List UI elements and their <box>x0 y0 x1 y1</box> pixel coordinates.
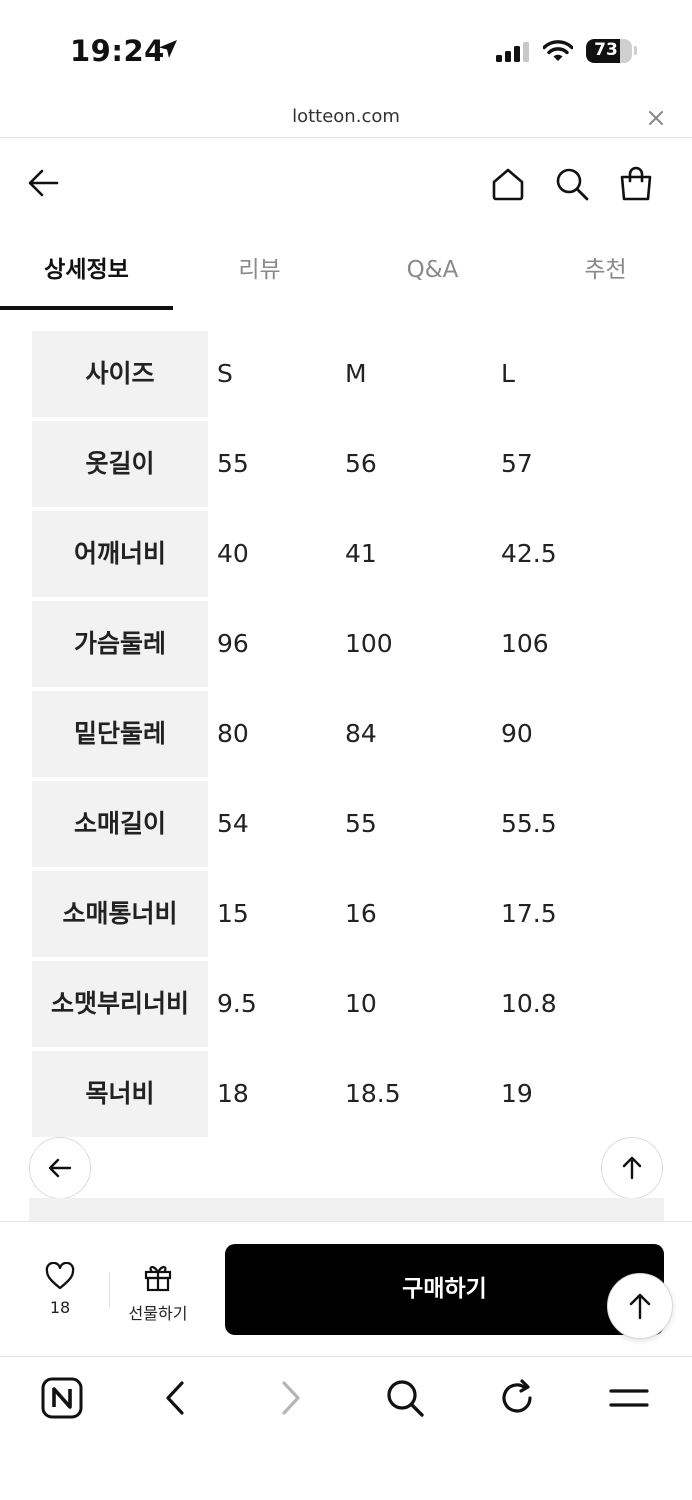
cell-value: 55 <box>217 449 249 478</box>
tab-recommend[interactable]: 추천 <box>519 238 692 312</box>
column-header-s: S <box>217 359 233 388</box>
cell-value: 40 <box>217 539 249 568</box>
cell-value: 56 <box>345 449 377 478</box>
arrow-left-icon <box>48 1158 72 1178</box>
arrow-up-icon <box>622 1156 642 1180</box>
gift-icon <box>144 1266 172 1292</box>
cell-value: 19 <box>501 1079 533 1108</box>
cell-value: 57 <box>501 449 533 478</box>
tab-review[interactable]: 리뷰 <box>173 238 346 312</box>
scroll-back-button[interactable] <box>29 1137 91 1199</box>
browser-toolbar <box>0 1356 692 1500</box>
table-row: 밑단둘레 80 84 90 <box>32 691 672 781</box>
battery-nub <box>634 46 637 55</box>
table-header-row: 사이즈 S M L <box>32 331 672 421</box>
column-header-l: L <box>501 359 515 388</box>
like-count: 18 <box>49 1298 71 1317</box>
cell-value: 15 <box>217 899 249 928</box>
cell-value: 55.5 <box>501 809 557 838</box>
location-arrow-icon <box>159 40 177 58</box>
row-label: 어깨너비 <box>32 511 208 597</box>
cell-value: 16 <box>345 899 377 928</box>
battery-indicator: 73 <box>586 39 632 63</box>
search-icon[interactable] <box>384 1377 426 1419</box>
table-row: 소매통너비 15 16 17.5 <box>32 871 672 961</box>
cellular-signal-icon <box>496 42 529 62</box>
cell-value: 54 <box>217 809 249 838</box>
menu-icon[interactable] <box>608 1377 650 1419</box>
bar-divider <box>109 1272 110 1308</box>
row-label: 가슴둘레 <box>32 601 208 687</box>
app-header <box>0 140 692 230</box>
scroll-up-button[interactable] <box>601 1137 663 1199</box>
row-label: 목너비 <box>32 1051 208 1137</box>
tab-active-indicator <box>0 306 173 310</box>
row-label: 소매통너비 <box>32 871 208 957</box>
buy-button[interactable]: 구매하기 <box>225 1244 664 1335</box>
cell-value: 18.5 <box>345 1079 401 1108</box>
shopping-bag-icon[interactable] <box>618 166 654 202</box>
table-row: 소매길이 54 55 55.5 <box>32 781 672 871</box>
table-header-label: 사이즈 <box>32 331 208 417</box>
row-label: 밑단둘레 <box>32 691 208 777</box>
cell-value: 96 <box>217 629 249 658</box>
content-divider-strip <box>29 1198 664 1222</box>
home-icon[interactable] <box>490 166 526 202</box>
refresh-icon[interactable] <box>496 1377 538 1419</box>
cell-value: 90 <box>501 719 533 748</box>
gift-label: 선물하기 <box>128 1304 188 1323</box>
table-row: 가슴둘레 96 100 106 <box>32 601 672 691</box>
cell-value: 9.5 <box>217 989 257 1018</box>
purchase-bar: 18 선물하기 구매하기 <box>0 1221 692 1355</box>
table-row: 목너비 18 18.5 19 <box>32 1051 672 1141</box>
scroll-top-button[interactable] <box>607 1273 673 1339</box>
cell-value: 17.5 <box>501 899 557 928</box>
status-bar: 19:24 73 <box>0 0 692 100</box>
row-label: 소맷부리너비 <box>32 961 208 1047</box>
column-header-m: M <box>345 359 367 388</box>
cell-value: 55 <box>345 809 377 838</box>
tab-qna[interactable]: Q&A <box>346 238 519 312</box>
table-row: 옷길이 55 56 57 <box>32 421 672 511</box>
product-tabs: 상세정보 리뷰 Q&A 추천 <box>0 238 692 312</box>
row-label: 소매길이 <box>32 781 208 867</box>
chevron-right-icon[interactable] <box>274 1377 306 1419</box>
close-icon[interactable] <box>646 108 666 128</box>
search-icon[interactable] <box>554 166 590 202</box>
cell-value: 84 <box>345 719 377 748</box>
status-time: 19:24 <box>70 34 165 68</box>
tab-detail[interactable]: 상세정보 <box>0 238 173 312</box>
cell-value: 100 <box>345 629 393 658</box>
cell-value: 10 <box>345 989 377 1018</box>
like-button[interactable]: 18 <box>30 1261 90 1317</box>
cell-value: 42.5 <box>501 539 557 568</box>
back-arrow-icon[interactable] <box>26 166 60 200</box>
browser-url-bar[interactable]: lotteon.com <box>0 100 692 138</box>
battery-percent: 73 <box>594 40 618 60</box>
table-row: 소맷부리너비 9.5 10 10.8 <box>32 961 672 1051</box>
row-label: 옷길이 <box>32 421 208 507</box>
heart-icon <box>45 1261 75 1290</box>
cell-value: 10.8 <box>501 989 557 1018</box>
naver-icon[interactable] <box>41 1377 83 1419</box>
url-text[interactable]: lotteon.com <box>0 106 692 127</box>
cell-value: 106 <box>501 629 549 658</box>
arrow-up-icon <box>629 1293 651 1320</box>
cell-value: 80 <box>217 719 249 748</box>
gift-button[interactable]: 선물하기 <box>118 1262 198 1324</box>
chevron-left-icon[interactable] <box>160 1377 192 1419</box>
size-table: 사이즈 S M L 옷길이 55 56 57 어깨너비 40 41 42.5 가… <box>32 331 672 1141</box>
wifi-icon <box>543 40 573 61</box>
cell-value: 41 <box>345 539 377 568</box>
cell-value: 18 <box>217 1079 249 1108</box>
table-row: 어깨너비 40 41 42.5 <box>32 511 672 601</box>
